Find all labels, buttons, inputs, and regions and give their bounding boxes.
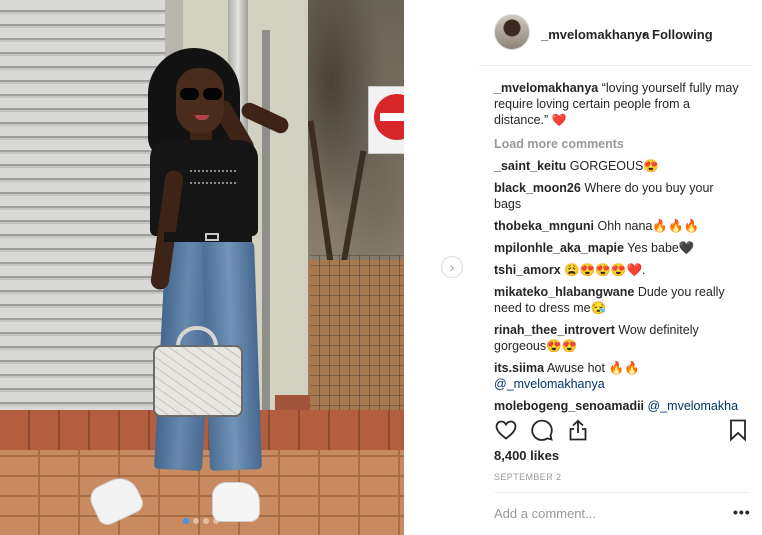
comment-item: its.siima Awuse hot 🔥🔥 @_mvelomakhanya bbox=[494, 360, 742, 392]
comment-item: mpilonhle_aka_mapie Yes babe🖤 bbox=[494, 240, 742, 256]
post-header: _mvelomakhanya • Following bbox=[478, 0, 752, 66]
sneaker-right bbox=[212, 482, 260, 522]
background-fence bbox=[310, 255, 404, 415]
instagram-post: › _mvelomakhanya • Following _mvelomakha… bbox=[0, 0, 762, 535]
comment-username[interactable]: mikateko_hlabangwane bbox=[494, 285, 634, 299]
comment-item: mikateko_hlabangwane Dude you really nee… bbox=[494, 284, 742, 316]
divider bbox=[494, 492, 750, 493]
carousel-dot bbox=[213, 518, 219, 524]
comment-username[interactable]: _saint_keitu bbox=[494, 159, 566, 173]
belt-buckle bbox=[205, 233, 219, 241]
caption-username[interactable]: _mvelomakhanya bbox=[494, 81, 598, 95]
comment-mention-link[interactable]: @_mvelomakhanya bbox=[494, 377, 605, 391]
sunglasses-lens bbox=[180, 88, 199, 100]
comment-username[interactable]: its.siima bbox=[494, 361, 544, 375]
post-date[interactable]: SEPTEMBER 2 bbox=[494, 472, 561, 482]
comments-list[interactable]: _mvelomakhanya “loving yourself fully ma… bbox=[494, 80, 742, 413]
header-separator: • bbox=[642, 27, 647, 42]
person-face bbox=[176, 68, 224, 134]
comment-text: Awuse hot 🔥🔥 bbox=[546, 361, 640, 375]
comment-username[interactable]: rinah_thee_introvert bbox=[494, 323, 615, 337]
comment-item: tshi_amorx 😩😍😍😍❤️. bbox=[494, 262, 742, 278]
handbag bbox=[153, 345, 243, 417]
heart-icon[interactable] bbox=[494, 418, 518, 442]
carousel-dot bbox=[203, 518, 209, 524]
more-options-button[interactable]: ••• bbox=[733, 504, 751, 520]
no-entry-sign-bar bbox=[380, 113, 404, 121]
header-username[interactable]: _mvelomakhanya bbox=[541, 27, 649, 42]
comment-item: molebogeng_senoamadii @_mvelomakha bbox=[494, 398, 742, 414]
load-more-comments-button[interactable]: Load more comments bbox=[494, 136, 742, 152]
avatar[interactable] bbox=[494, 14, 530, 50]
sunglasses-lens bbox=[203, 88, 222, 100]
comment-icon[interactable] bbox=[530, 418, 554, 442]
following-button[interactable]: Following bbox=[652, 27, 713, 42]
share-icon[interactable] bbox=[566, 418, 590, 442]
comment-text: Yes babe🖤 bbox=[627, 241, 695, 255]
chevron-right-icon: › bbox=[449, 259, 455, 275]
post-side-panel: _mvelomakhanya • Following _mvelomakhany… bbox=[478, 0, 762, 535]
bookmark-icon[interactable] bbox=[726, 418, 750, 442]
comment-item: thobeka_mnguni Ohh nana🔥🔥🔥 bbox=[494, 218, 742, 234]
comment-mention-link[interactable]: @_mvelomakha bbox=[648, 399, 739, 413]
comment-item: _saint_keitu GORGEOUS😍 bbox=[494, 158, 742, 174]
comment-text: Ohh nana🔥🔥🔥 bbox=[597, 219, 700, 233]
comment-item: rinah_thee_introvert Wow definitely gorg… bbox=[494, 322, 742, 354]
carousel-indicator bbox=[183, 518, 219, 524]
post-photo[interactable] bbox=[0, 0, 404, 535]
drain-pipe-thin bbox=[262, 30, 270, 420]
carousel-next-button[interactable]: › bbox=[441, 256, 463, 278]
carousel-dot-active bbox=[183, 518, 189, 524]
heart-emoji: ❤️ bbox=[551, 113, 567, 127]
carousel-dot bbox=[193, 518, 199, 524]
comment-text: 😩😍😍😍❤️. bbox=[564, 263, 646, 277]
comment-username[interactable]: black_moon26 bbox=[494, 181, 581, 195]
comment-username[interactable]: mpilonhle_aka_mapie bbox=[494, 241, 624, 255]
comment-username[interactable]: molebogeng_senoamadii bbox=[494, 399, 644, 413]
comment-item: black_moon26 Where do you buy your bags bbox=[494, 180, 742, 212]
add-comment-input[interactable]: Add a comment... bbox=[494, 506, 596, 521]
roller-shutter bbox=[0, 0, 170, 420]
post-caption: _mvelomakhanya “loving yourself fully ma… bbox=[494, 80, 742, 128]
likes-count[interactable]: 8,400 likes bbox=[494, 448, 559, 463]
tshirt-print bbox=[190, 170, 236, 184]
comment-username[interactable]: thobeka_mnguni bbox=[494, 219, 594, 233]
post-actions bbox=[494, 418, 750, 444]
comment-username[interactable]: tshi_amorx bbox=[494, 263, 561, 277]
comment-text: GORGEOUS😍 bbox=[569, 159, 659, 173]
